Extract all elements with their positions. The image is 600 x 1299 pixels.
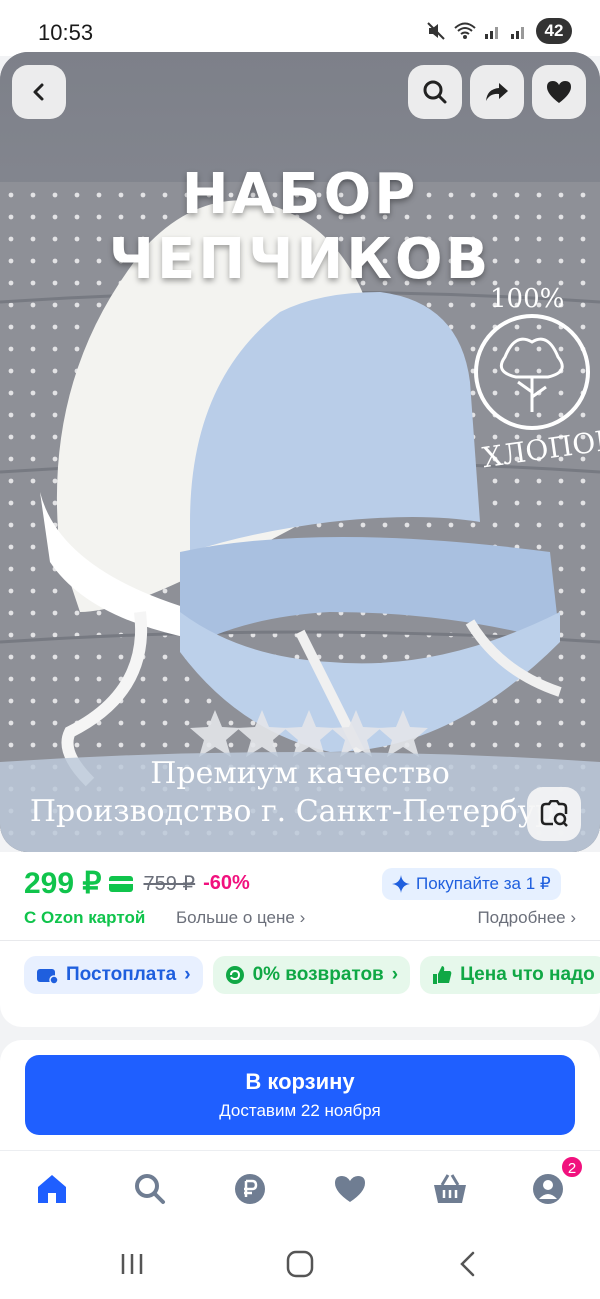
tab-cart[interactable] [430, 1169, 470, 1209]
search-icon [423, 80, 447, 104]
chip-good-price[interactable]: Цена что надо [420, 956, 600, 994]
more-about-price-link[interactable]: Больше о цене › [176, 908, 305, 928]
details-label: Подробнее [477, 908, 566, 927]
signal-icon-2 [511, 27, 524, 39]
sparkle-icon [392, 875, 410, 893]
add-to-cart-label: В корзину [245, 1069, 355, 1094]
card-icon [109, 875, 134, 892]
tab-search[interactable] [130, 1169, 170, 1209]
wifi-icon [454, 22, 476, 39]
heart-icon [335, 1176, 365, 1202]
chevron-left-icon [33, 83, 44, 101]
back-arrow-icon [460, 1251, 475, 1277]
tab-home[interactable] [32, 1169, 72, 1209]
divider [0, 940, 600, 941]
bottom-tab-bar [0, 1150, 600, 1230]
search-icon [135, 1174, 165, 1204]
image-search-icon [540, 800, 568, 827]
image-banner-origin: Производство г. Санкт-Петербург [29, 794, 571, 829]
status-bar: 10:53 42 [0, 0, 600, 56]
home-nav-button[interactable] [280, 1244, 320, 1284]
tab-profile[interactable] [528, 1169, 568, 1209]
cart-panel: В корзину Доставим 22 ноября [0, 1040, 600, 1150]
chip-returns[interactable]: 0% возвратов › [212, 956, 411, 994]
price-row: 299 ₽ 759 ₽ -60% [24, 866, 250, 901]
battery-indicator: 42 [536, 18, 572, 44]
ozon-card-label: С Ozon картой [24, 908, 146, 927]
ruble-icon [235, 1174, 265, 1204]
status-time: 10:53 [38, 20, 94, 45]
share-icon [486, 83, 508, 101]
add-to-cart-button[interactable]: В корзину Доставим 22 ноября [25, 1055, 575, 1135]
mute-icon [427, 22, 445, 40]
share-button[interactable] [470, 65, 524, 119]
cotton-percent: 100% [490, 284, 565, 314]
status-icons: 42 [426, 18, 572, 44]
product-image-title: НАБОР ЧЕПЧИКОВ [108, 162, 492, 292]
image-banner-quality: Премиум качество [150, 756, 450, 791]
heart-icon [547, 81, 571, 103]
chip-returns-label: 0% возвратов [252, 964, 384, 985]
promo-label: Покупайте за 1 ₽ [416, 874, 551, 893]
profile-icon [533, 1174, 563, 1204]
back-nav-button[interactable] [448, 1244, 488, 1284]
recent-apps-icon [121, 1254, 143, 1274]
search-button[interactable] [408, 65, 462, 119]
chevron-right-icon: › [391, 964, 399, 985]
discount-badge: -60% [203, 872, 250, 894]
return-icon [225, 966, 244, 984]
delivery-date-label: Доставим 22 ноября [219, 1101, 381, 1120]
basket-icon [434, 1174, 466, 1203]
feature-chips: Постоплата › 0% возвратов › Цена что над… [24, 956, 600, 994]
back-button[interactable] [12, 65, 66, 119]
system-navigation-bar [0, 1230, 600, 1299]
product-gallery[interactable]: НАБОР ЧЕПЧИКОВ 100% ХЛОПОК Премиум качес… [0, 52, 600, 852]
details-link[interactable]: Подробнее › [477, 908, 576, 928]
thumbs-up-icon [433, 966, 452, 984]
chip-good-price-label: Цена что надо [460, 964, 595, 985]
signal-icon [485, 27, 498, 39]
old-price: 759 ₽ [143, 873, 196, 895]
chip-postpay[interactable]: Постоплата › [24, 956, 203, 994]
home-circle-icon [286, 1250, 314, 1278]
image-search-button[interactable] [527, 787, 581, 841]
home-icon [38, 1175, 66, 1203]
current-price: 299 ₽ [24, 867, 102, 900]
profile-notification-badge: 2 [560, 1155, 584, 1179]
tab-finance[interactable] [230, 1169, 270, 1209]
promo-chip[interactable]: Покупайте за 1 ₽ [382, 868, 561, 900]
more-about-price-label: Больше о цене [176, 908, 295, 927]
tab-favorites[interactable] [330, 1169, 370, 1209]
chip-postpay-label: Постоплата [66, 964, 177, 985]
recent-apps-button[interactable] [112, 1244, 152, 1284]
wallet-icon [37, 969, 58, 984]
chevron-right-icon: › [184, 964, 191, 985]
favorite-button[interactable] [532, 65, 586, 119]
price-section: 299 ₽ 759 ₽ -60% Покупайте за 1 ₽ С Ozon… [0, 852, 600, 1027]
